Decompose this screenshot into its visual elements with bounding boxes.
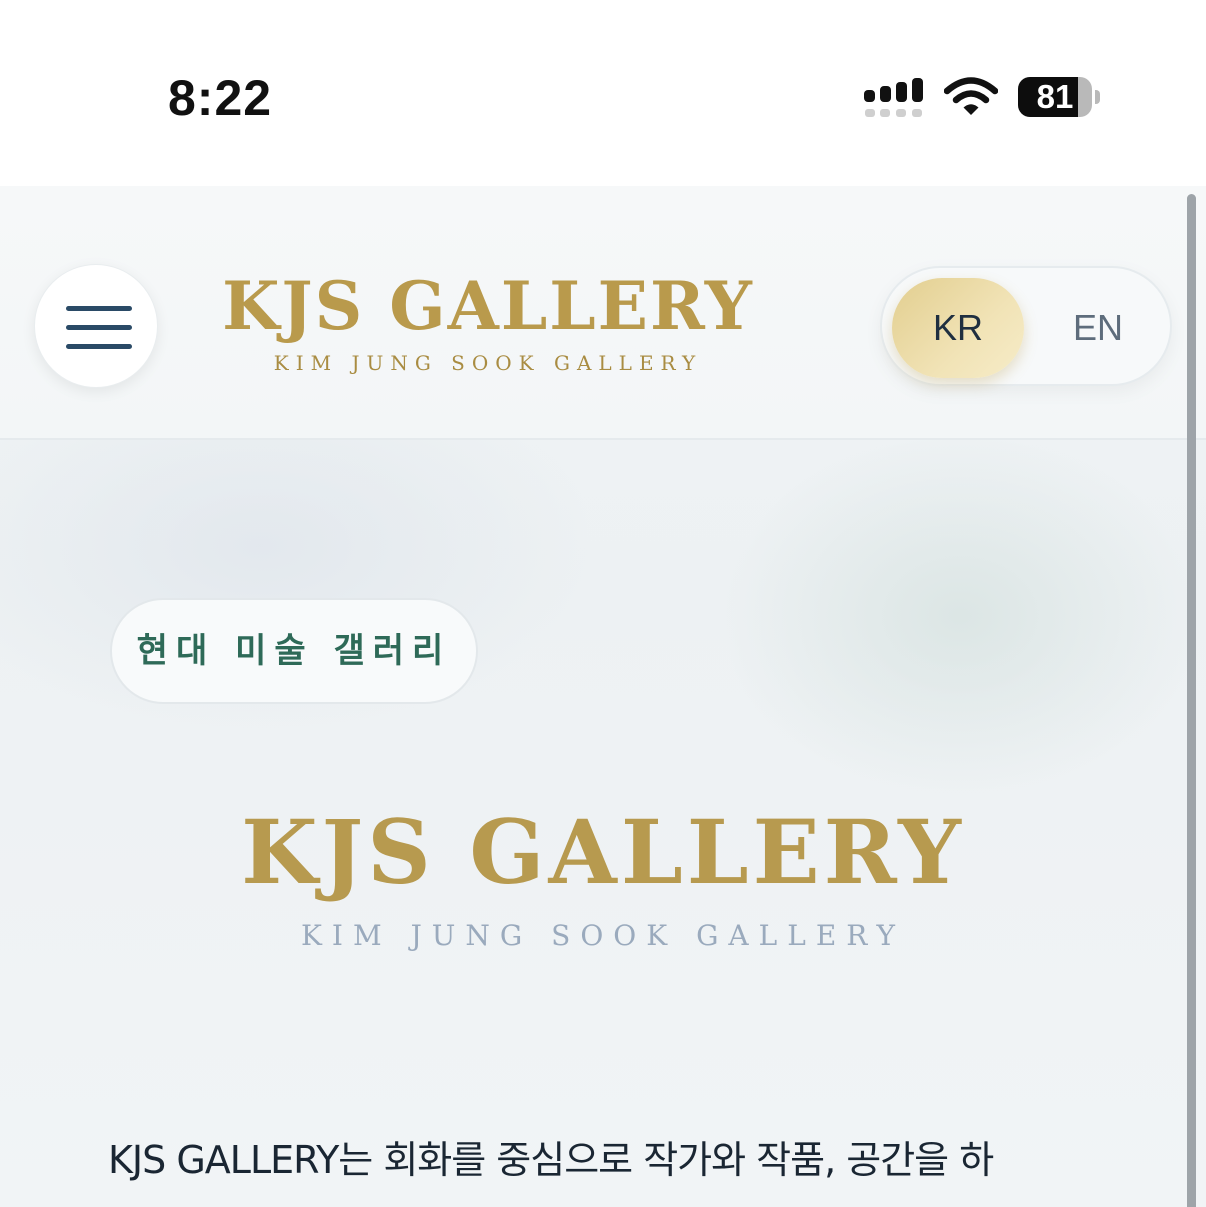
language-option-kr[interactable]: KR [892,278,1024,378]
hamburger-menu-icon-bar-2 [66,325,132,330]
site-logo[interactable]: KJS GALLERY KIM JUNG SOOK GALLERY [196,266,780,396]
battery-body: 81 [1018,77,1092,117]
logo-subtitle: KIM JUNG SOOK GALLERY [273,351,703,375]
scrollbar[interactable] [1187,194,1196,1207]
category-badge: 현대 미술 갤러리 [110,598,478,704]
wifi-icon [944,77,998,115]
signal-icon [864,78,923,117]
page: 8:22 81 KJS GALLERY KIM JUNG SOOK GALLER… [0,0,1206,1207]
site-header: KJS GALLERY KIM JUNG SOOK GALLERY KR EN [0,186,1206,440]
battery-icon: 81 [1018,77,1100,117]
hero: KJS GALLERY KIM JUNG SOOK GALLERY [0,796,1206,976]
web-content: KJS GALLERY KIM JUNG SOOK GALLERY KR EN … [0,186,1206,1207]
status-bar: 8:22 81 [0,0,1206,186]
language-option-en[interactable]: EN [1034,278,1162,378]
logo-title: KJS GALLERY [222,267,754,345]
language-toggle: KR EN [880,266,1172,386]
hamburger-menu-icon [66,306,132,311]
battery-cap [1095,90,1100,104]
hero-title: KJS GALLERY [241,800,965,904]
hero-subtitle: KIM JUNG SOOK GALLERY [301,919,905,952]
hamburger-menu-icon-bar-3 [66,344,132,349]
status-time: 8:22 [168,70,273,126]
battery-percent: 81 [1036,78,1074,115]
menu-button[interactable] [34,264,158,388]
intro-text: KJS GALLERY는 회화를 중심으로 작가와 작품, 공간을 하 [108,1138,994,1182]
